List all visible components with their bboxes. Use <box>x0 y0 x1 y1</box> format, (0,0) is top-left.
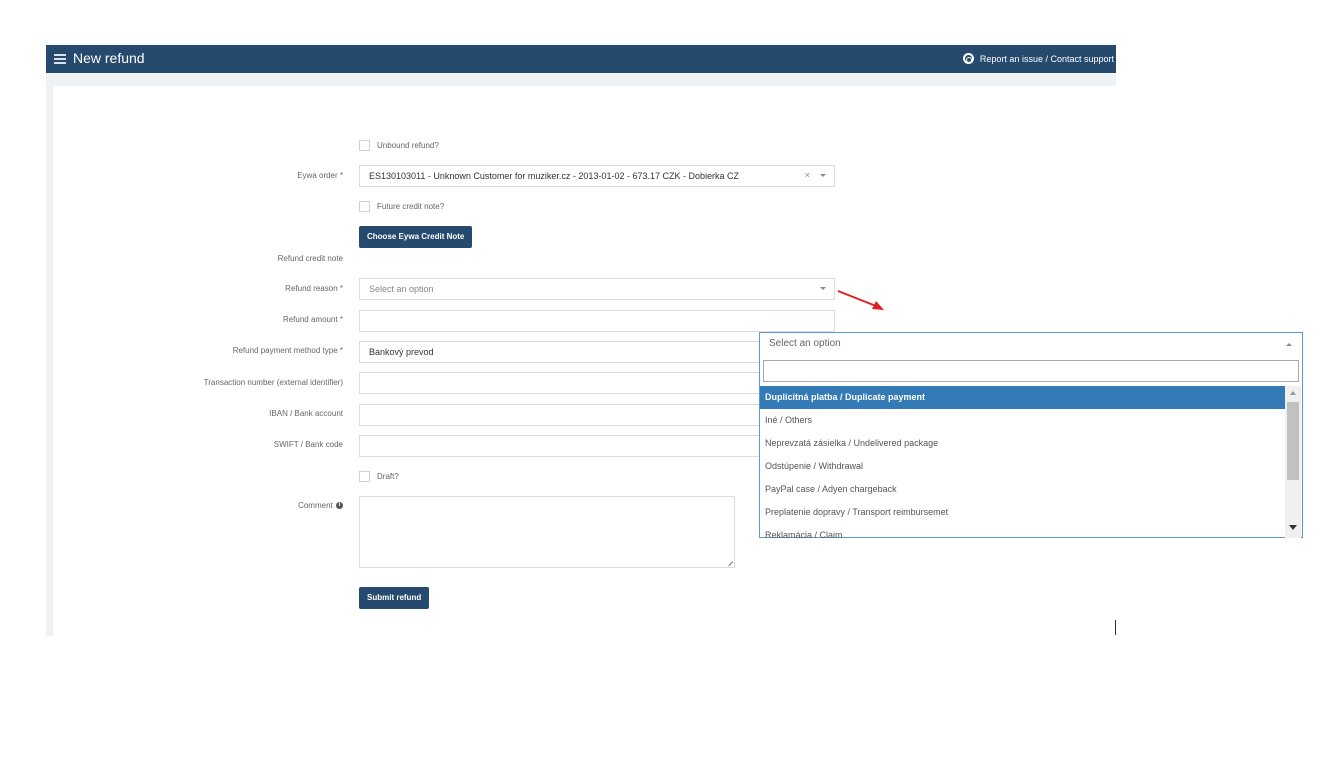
swift-label: SWIFT / Bank code <box>273 440 343 449</box>
text-cursor <box>1115 620 1116 635</box>
draft-row: Draft? <box>359 471 399 482</box>
refund-reason-select[interactable]: Select an option <box>359 278 835 300</box>
refund-amount-label: Refund amount * <box>282 315 343 324</box>
unbound-refund-label: Unbound refund? <box>377 141 439 150</box>
red-arrow-annotation <box>837 290 884 310</box>
chevron-up-icon <box>1286 343 1292 346</box>
unbound-refund-checkbox[interactable] <box>359 140 370 151</box>
scroll-up-icon[interactable] <box>1290 391 1296 395</box>
chevron-down-icon <box>820 174 826 177</box>
hamburger-menu-icon[interactable] <box>54 54 66 64</box>
refund-reason-label: Refund reason * <box>285 284 343 293</box>
chevron-down-icon <box>820 287 826 290</box>
future-credit-checkbox[interactable] <box>359 201 370 212</box>
refund-reason-placeholder: Select an option <box>369 284 434 294</box>
report-issue-label: Report an issue / Contact support <box>979 53 1114 64</box>
submit-refund-button[interactable]: Submit refund <box>359 587 430 609</box>
refund-credit-note-label: Refund credit note <box>277 254 343 263</box>
dropdown-option[interactable]: Odstúpenie / Withdrawal <box>760 455 1285 478</box>
iban-label: IBAN / Bank account <box>269 409 343 418</box>
dropdown-option[interactable]: Duplicitná platba / Duplicate payment <box>760 386 1285 409</box>
dropdown-option[interactable]: Iné / Others <box>760 409 1285 432</box>
refund-amount-input[interactable] <box>359 310 835 332</box>
dropdown-selected[interactable]: Select an option <box>760 333 1302 355</box>
draft-checkbox[interactable] <box>359 471 370 482</box>
dropdown-option[interactable]: Preplatenie dopravy / Transport reimburs… <box>760 501 1285 524</box>
dropdown-scrollbar[interactable] <box>1285 386 1301 538</box>
dropdown-options-list: Duplicitná platba / Duplicate payment In… <box>760 386 1285 538</box>
top-header-bar: New refund Report an issue / Contact sup… <box>46 45 1116 73</box>
comment-label-wrap: Comment i <box>298 501 343 510</box>
refund-reason-dropdown: Select an option Duplicitná platba / Dup… <box>759 332 1303 538</box>
dropdown-option[interactable]: PayPal case / Adyen chargeback <box>760 478 1285 501</box>
lifebuoy-icon <box>962 53 974 64</box>
eywa-order-value: ES130103011 - Unknown Customer for muzik… <box>369 171 740 181</box>
eywa-order-label: Eywa order * <box>297 171 343 180</box>
resize-handle-icon[interactable] <box>724 557 734 567</box>
dropdown-search-input[interactable] <box>763 360 1299 382</box>
dropdown-selected-text: Select an option <box>769 338 841 349</box>
page-title: New refund <box>73 50 145 66</box>
info-icon[interactable]: i <box>336 502 343 510</box>
future-credit-label: Future credit note? <box>377 202 445 211</box>
transaction-number-label: Transaction number (external identifier) <box>203 378 343 387</box>
choose-credit-note-button[interactable]: Choose Eywa Credit Note <box>359 226 473 248</box>
eywa-order-select[interactable]: ES130103011 - Unknown Customer for muzik… <box>359 165 835 187</box>
comment-textarea[interactable] <box>359 496 735 568</box>
dropdown-option[interactable]: Reklamácia / Claim <box>760 524 1285 538</box>
scrollbar-thumb[interactable] <box>1287 402 1299 480</box>
dropdown-option[interactable]: Neprevzatá zásielka / Undelivered packag… <box>760 432 1285 455</box>
payment-method-label: Refund payment method type * <box>232 346 343 355</box>
scroll-down-icon[interactable] <box>1289 525 1297 530</box>
draft-label: Draft? <box>377 472 399 481</box>
report-issue-link[interactable]: Report an issue / Contact support <box>962 53 1114 64</box>
unbound-refund-row: Unbound refund? <box>359 140 439 151</box>
eywa-order-clear-icon[interactable]: × <box>805 170 810 180</box>
payment-method-value: Bankový prevod <box>369 347 434 357</box>
comment-label: Comment <box>298 501 333 510</box>
future-credit-row: Future credit note? <box>359 201 444 212</box>
